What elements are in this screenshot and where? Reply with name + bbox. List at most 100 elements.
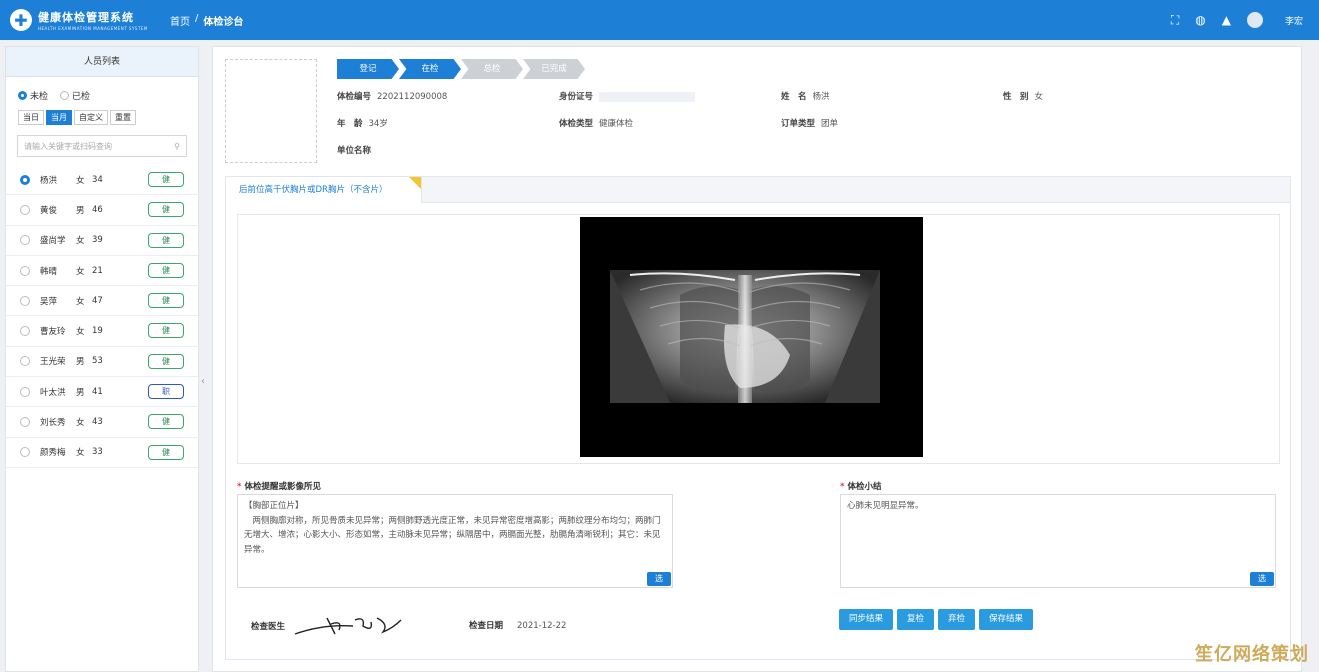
bell-icon[interactable]: ▲	[1222, 13, 1231, 27]
recheck-button[interactable]: 复检	[897, 609, 935, 630]
save-result-button[interactable]: 保存结果	[979, 609, 1034, 630]
search-input[interactable]: 请输入关键字或扫码查询 ⚲	[17, 135, 187, 157]
findings-pick-button[interactable]: 选	[647, 572, 671, 586]
person-row[interactable]: 曹友玲女 19 健	[6, 316, 198, 347]
radio-icon[interactable]	[20, 265, 30, 276]
unit-name-label: 单位名称	[337, 146, 372, 156]
exam-date: 2021-12-22	[517, 621, 567, 631]
patient-name: 杨洪	[812, 92, 830, 102]
radio-selected-icon[interactable]	[20, 174, 30, 185]
user-name[interactable]: 李宏	[1285, 14, 1303, 27]
id-number-redacted	[599, 91, 696, 102]
person-row[interactable]: 王光荣男 53 健	[6, 347, 198, 378]
order-type: 团单	[821, 119, 839, 129]
person-row[interactable]: 黄俊 男 46 健	[6, 195, 198, 226]
step-in-exam: 在检	[399, 59, 461, 79]
watermark: 笙亿网络策划	[1195, 644, 1309, 665]
person-age: 53	[92, 356, 103, 367]
radio-icon[interactable]	[20, 386, 30, 397]
filter-reset[interactable]: 重置	[110, 110, 136, 125]
person-row[interactable]: 颜秀梅女 33 健	[6, 438, 198, 468]
tab-chest-xray[interactable]: 后前位高千伏胸片或DR胸片（不含片）	[226, 177, 422, 203]
radio-icon[interactable]	[20, 295, 30, 306]
exam-type-badge: 健	[148, 262, 184, 278]
person-age: 41	[92, 386, 103, 397]
person-age: 47	[92, 295, 103, 306]
person-list-title: 人员列表	[6, 47, 198, 77]
person-age: 39	[92, 235, 103, 246]
exam-number: 2202112090008	[377, 92, 448, 102]
person-sex: 女	[76, 418, 85, 429]
person-sex: 女	[76, 236, 85, 247]
filter-custom[interactable]: 自定义	[74, 110, 108, 125]
photo-placeholder	[225, 59, 317, 163]
exam-type-badge: 健	[148, 444, 184, 460]
person-name: 曹友玲	[40, 327, 66, 338]
person-sex: 男	[76, 205, 85, 216]
exam-type-badge: 健	[148, 202, 184, 218]
date-label: 检查日期	[469, 621, 504, 631]
findings-textarea[interactable]: 【胸部正位片】 两侧胸廓对称，所见骨质未见异常；两侧肺野透光度正常，未见异常密度…	[237, 494, 673, 588]
app-title: 健康体检管理系统	[38, 11, 134, 24]
person-sex: 男	[76, 357, 85, 368]
person-name: 叶太洪	[40, 387, 66, 398]
radio-checked-filter[interactable]: 已检	[60, 89, 90, 102]
search-icon[interactable]: ⚲	[174, 142, 180, 151]
breadcrumb: 首页 / 体检诊台	[170, 13, 243, 28]
breadcrumb-home[interactable]: 首页	[170, 13, 190, 28]
globe-icon[interactable]: ◍	[1195, 13, 1205, 27]
breadcrumb-current: 体检诊台	[203, 16, 244, 28]
summary-pick-button[interactable]: 选	[1250, 572, 1274, 586]
progress-steps: 登记 在检 总检 已完成	[337, 59, 585, 79]
abandon-button[interactable]: 弃检	[938, 609, 976, 630]
person-name: 黄俊	[40, 205, 58, 216]
filter-month[interactable]: 当月	[46, 110, 72, 125]
person-age: 34	[92, 174, 103, 185]
radio-icon[interactable]	[20, 326, 30, 337]
radio-icon[interactable]	[20, 235, 30, 246]
exam-type: 健康体检	[599, 119, 634, 129]
person-sex: 男	[76, 387, 85, 398]
person-row[interactable]: 叶太洪男 41 职	[6, 377, 198, 408]
fullscreen-icon[interactable]: ⛶	[1171, 13, 1179, 28]
summary-textarea[interactable]: 心肺未见明显异常。	[840, 494, 1276, 588]
person-sex: 女	[76, 175, 85, 186]
filter-today[interactable]: 当日	[18, 110, 44, 125]
radio-icon[interactable]	[20, 447, 30, 458]
person-row[interactable]: 韩晴 女 21 健	[6, 256, 198, 287]
person-name: 王光荣	[40, 357, 66, 368]
exam-panel: 登记 在检 总检 已完成 体检编号 2202112090008 身份证号 姓 名杨…	[212, 46, 1302, 672]
avatar[interactable]	[1246, 12, 1263, 28]
person-age: 43	[92, 417, 103, 428]
person-sex: 女	[76, 327, 85, 338]
person-age: 21	[92, 265, 103, 276]
radio-icon[interactable]	[20, 417, 30, 428]
exam-type-badge: 健	[148, 414, 184, 430]
person-sex: 女	[76, 448, 85, 459]
patient-age: 34岁	[368, 119, 388, 129]
person-row[interactable]: 吴萍 女 47 健	[6, 286, 198, 317]
person-name: 吴萍	[40, 296, 58, 307]
collapse-sidebar-icon[interactable]: ‹	[201, 376, 205, 387]
radio-unchecked-filter[interactable]: 未检	[18, 89, 48, 102]
xray-image[interactable]	[580, 217, 923, 457]
person-row[interactable]: 刘长秀女 43 健	[6, 407, 198, 438]
exam-type-badge: 健	[148, 232, 184, 248]
app-subtitle: HEALTH EXAMINATION MANAGEMENT SYSTEM	[38, 26, 148, 31]
person-list: 杨洪女 34 健黄俊男 46 健盛尚学女 39 健韩晴女 21 健吴萍女 47 健曹友玲女 19 健王光…	[6, 165, 198, 468]
person-age: 19	[92, 326, 103, 337]
person-name: 盛尚学	[40, 236, 66, 247]
radio-icon[interactable]	[20, 204, 30, 215]
corner-marker	[409, 177, 421, 189]
radio-icon[interactable]	[20, 356, 30, 367]
person-name: 刘长秀	[40, 418, 66, 429]
person-row[interactable]: 盛尚学女 39 健	[6, 226, 198, 256]
person-row[interactable]: 杨洪 女 34 健	[6, 165, 198, 196]
radio-selected-icon	[18, 91, 27, 100]
sync-result-button[interactable]: 同步结果	[839, 609, 894, 630]
image-viewer	[237, 214, 1280, 464]
doctor-signature	[294, 617, 402, 635]
person-name: 韩晴	[40, 266, 58, 277]
step-register: 登记	[337, 59, 399, 79]
exam-type-badge: 健	[148, 293, 184, 309]
